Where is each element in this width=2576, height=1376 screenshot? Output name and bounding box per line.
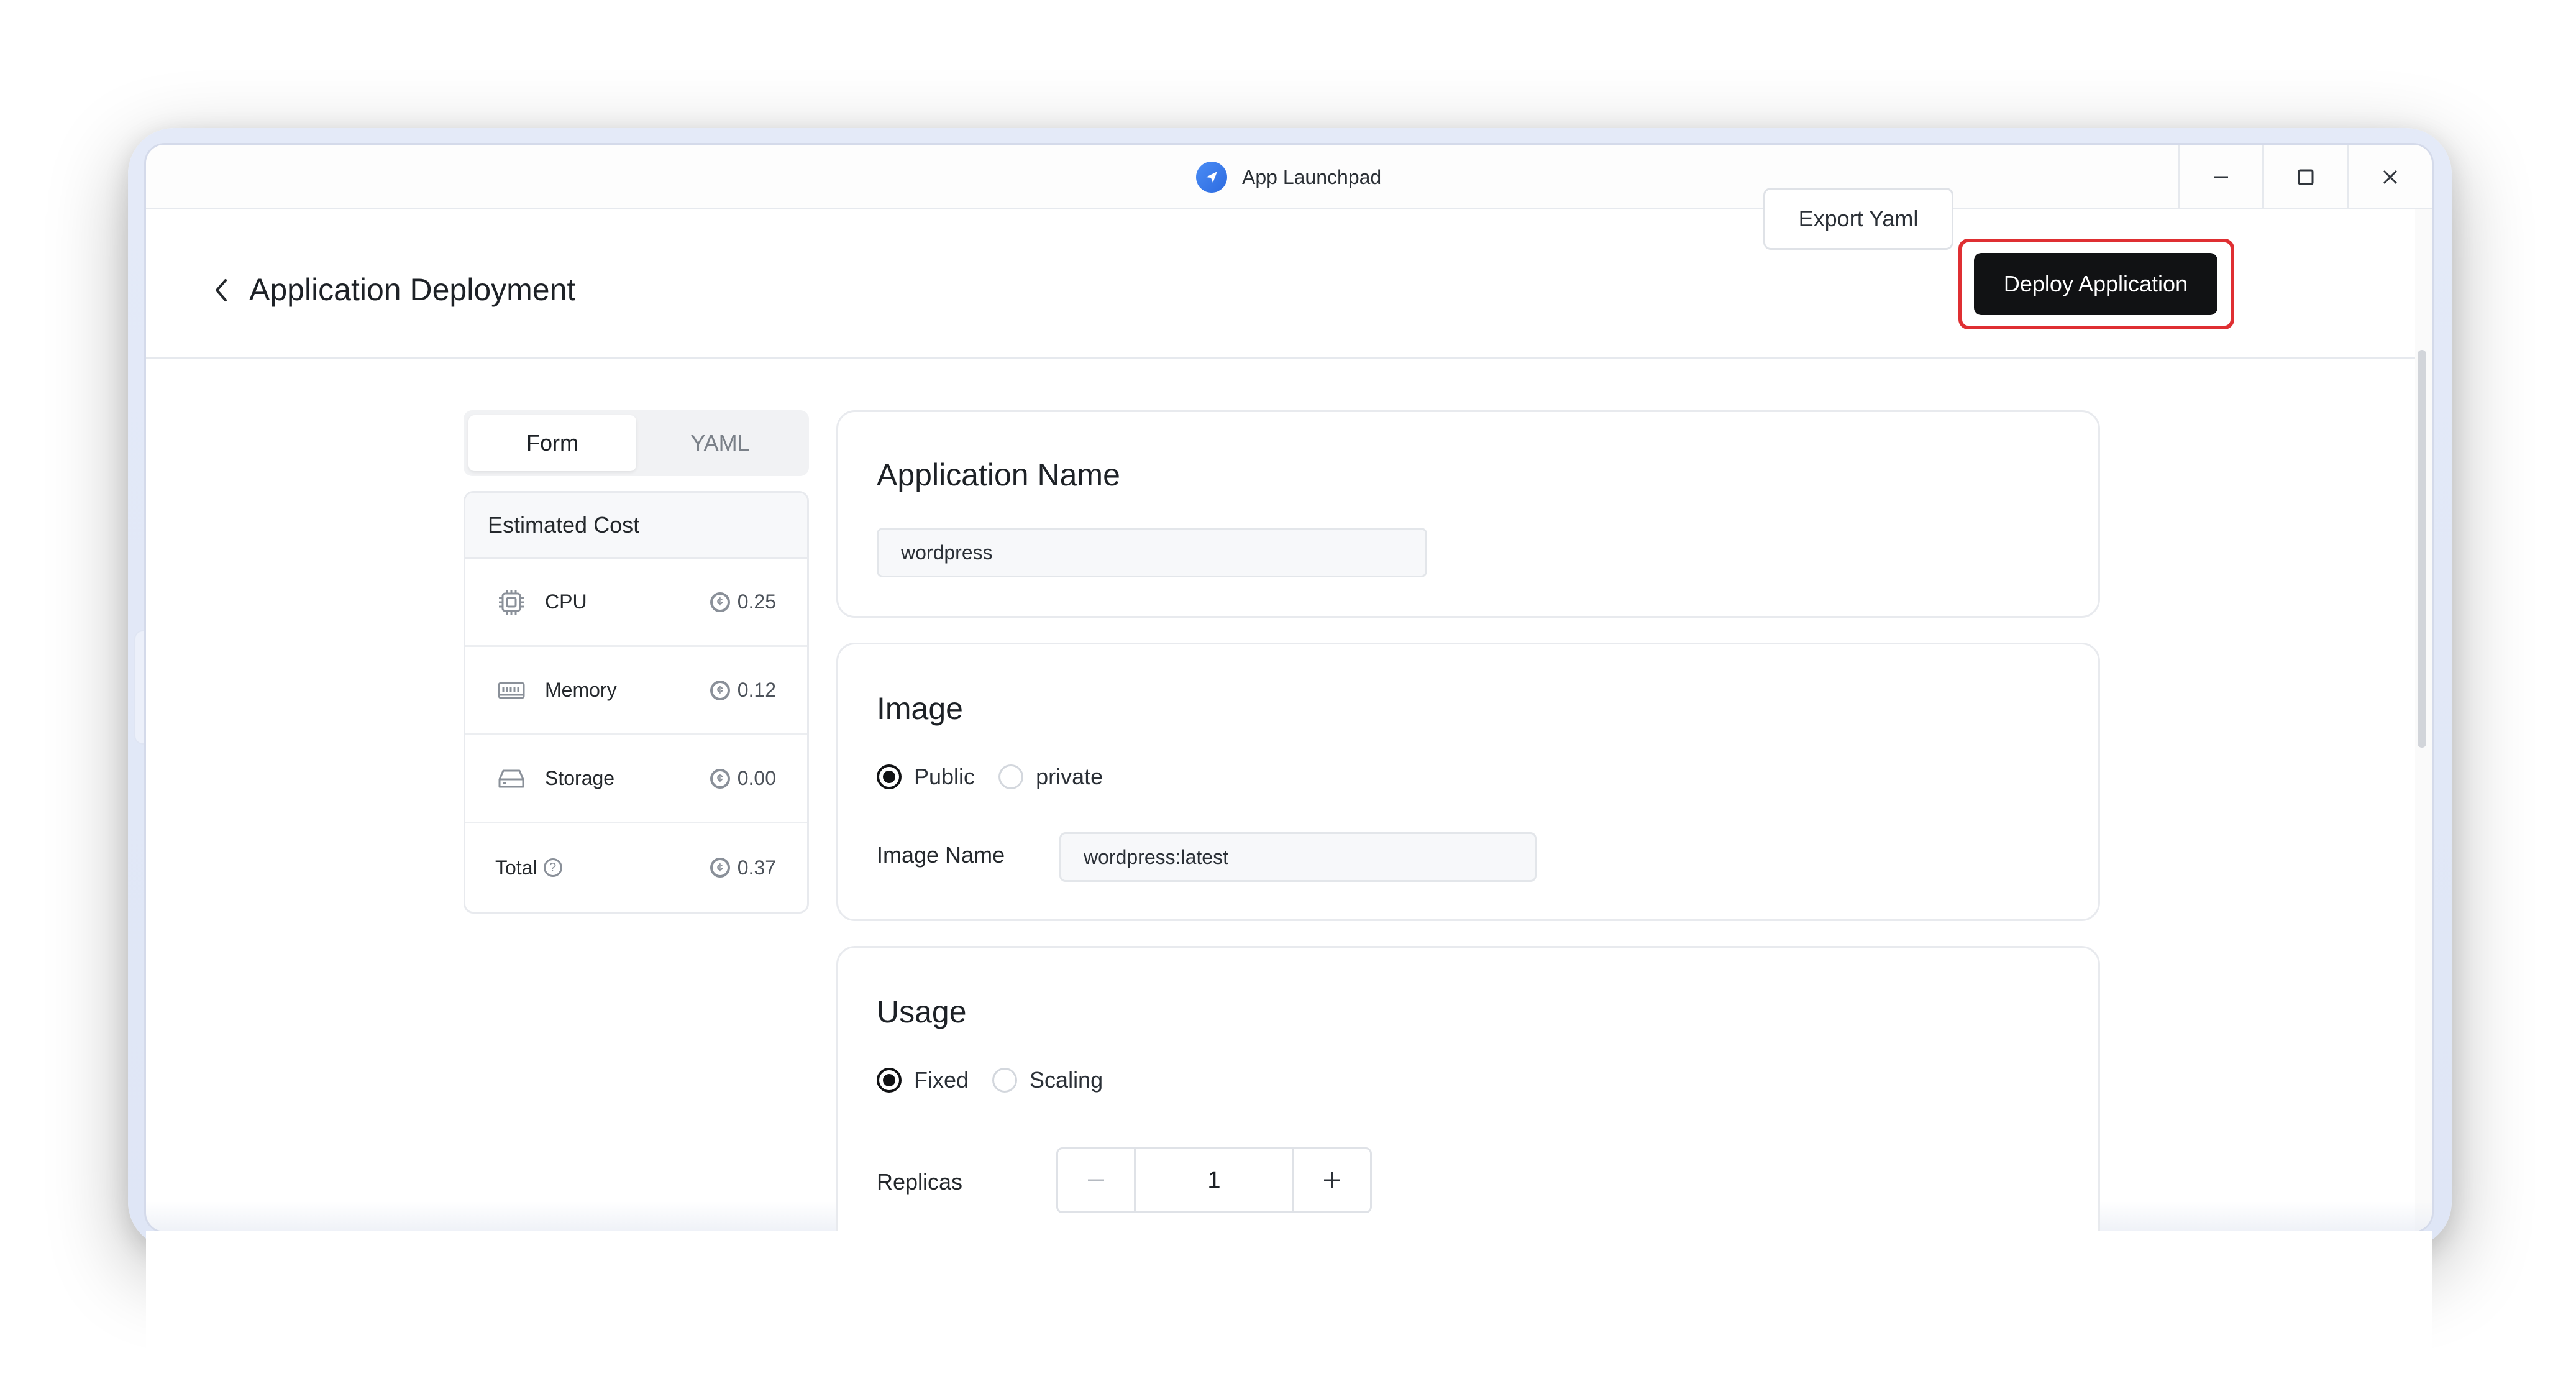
minimize-icon xyxy=(2214,176,2228,178)
image-name-label: Image Name xyxy=(877,842,1005,868)
replicas-stepper: 1 xyxy=(1056,1147,1372,1213)
radio-fixed[interactable]: Fixed xyxy=(877,1067,969,1093)
tab-yaml[interactable]: YAML xyxy=(636,415,804,471)
application-name-input[interactable]: wordpress xyxy=(877,528,1427,577)
coin-icon: ¢ xyxy=(710,592,730,612)
chevron-left-icon xyxy=(216,279,227,301)
deploy-application-button[interactable]: Deploy Application xyxy=(1974,253,2217,315)
image-card: Image Public private Image Name wordpres… xyxy=(836,643,2100,921)
cost-row-cpu: CPU ¢ 0.25 xyxy=(465,559,807,647)
radio-selected-icon xyxy=(877,764,902,789)
help-icon[interactable]: ? xyxy=(543,858,562,877)
cost-row-storage: Storage ¢ 0.00 xyxy=(465,735,807,823)
coin-icon: ¢ xyxy=(710,680,730,700)
cost-value: ¢ 0.25 xyxy=(710,590,776,613)
increment-button[interactable] xyxy=(1294,1149,1370,1211)
radio-scaling[interactable]: Scaling xyxy=(992,1067,1103,1093)
coin-icon: ¢ xyxy=(710,858,730,878)
radio-label: Fixed xyxy=(914,1067,969,1093)
section-title: Application Name xyxy=(877,457,1120,492)
export-yaml-button[interactable]: Export Yaml xyxy=(1763,188,1953,250)
cost-row-total: Total ? ¢ 0.37 xyxy=(465,823,807,912)
radio-selected-icon xyxy=(877,1068,902,1093)
cost-label: Storage xyxy=(545,767,615,789)
radio-label: private xyxy=(1036,764,1103,789)
radio-label: Public xyxy=(914,764,975,789)
usage-type-radio-group: Fixed Scaling xyxy=(877,1067,1126,1093)
close-button[interactable] xyxy=(2347,145,2431,209)
cost-label: Memory xyxy=(545,679,617,701)
scrollbar-thumb[interactable] xyxy=(2418,350,2426,748)
cost-label: CPU xyxy=(545,590,587,613)
replicas-value[interactable]: 1 xyxy=(1134,1149,1294,1211)
below-window-mask xyxy=(146,1231,2432,1376)
cost-value: ¢ 0.00 xyxy=(710,767,776,790)
minimize-button[interactable] xyxy=(2178,145,2262,209)
plus-icon xyxy=(1324,1172,1340,1188)
radio-label: Scaling xyxy=(1030,1067,1103,1093)
radio-public[interactable]: Public xyxy=(877,764,975,790)
page-title: Application Deployment xyxy=(249,272,576,307)
app-title: App Launchpad xyxy=(1242,165,1382,188)
app-identity: App Launchpad xyxy=(1196,160,1381,195)
radio-private[interactable]: private xyxy=(998,764,1103,790)
total-amount: 0.37 xyxy=(737,856,776,879)
view-tabs: Form YAML xyxy=(464,410,809,476)
maximize-button[interactable] xyxy=(2262,145,2347,209)
maximize-icon xyxy=(2298,169,2313,185)
cpu-icon xyxy=(495,586,528,618)
cost-amount: 0.00 xyxy=(737,767,776,789)
radio-unselected-icon xyxy=(998,764,1024,789)
coin-icon: ¢ xyxy=(710,768,730,789)
cost-row-memory: Memory ¢ 0.12 xyxy=(465,647,807,735)
close-icon xyxy=(2383,170,2397,185)
rocket-icon xyxy=(1196,162,1227,193)
back-button[interactable] xyxy=(207,270,234,310)
application-name-card: Application Name wordpress xyxy=(836,410,2100,618)
cost-title: Estimated Cost xyxy=(465,493,807,559)
minus-icon xyxy=(1088,1179,1104,1181)
section-title: Usage xyxy=(877,994,967,1029)
section-title: Image xyxy=(877,691,963,726)
total-label: Total xyxy=(495,856,537,879)
estimated-cost-card: Estimated Cost CPU ¢ 0.25 Memory ¢ 0.12 St… xyxy=(464,491,809,914)
image-type-radio-group: Public private xyxy=(877,764,1126,790)
radio-unselected-icon xyxy=(992,1068,1018,1093)
tab-form[interactable]: Form xyxy=(468,415,636,471)
storage-icon xyxy=(495,763,528,795)
title-bar: App Launchpad xyxy=(146,145,2432,209)
cost-value: ¢ 0.12 xyxy=(710,679,776,702)
memory-icon xyxy=(495,674,528,707)
replicas-label: Replicas xyxy=(877,1169,963,1195)
cost-amount: 0.12 xyxy=(737,679,776,701)
image-name-input[interactable]: wordpress:latest xyxy=(1059,832,1537,882)
decrement-button[interactable] xyxy=(1058,1149,1134,1211)
cost-amount: 0.25 xyxy=(737,590,776,613)
total-value: ¢ 0.37 xyxy=(710,856,776,879)
